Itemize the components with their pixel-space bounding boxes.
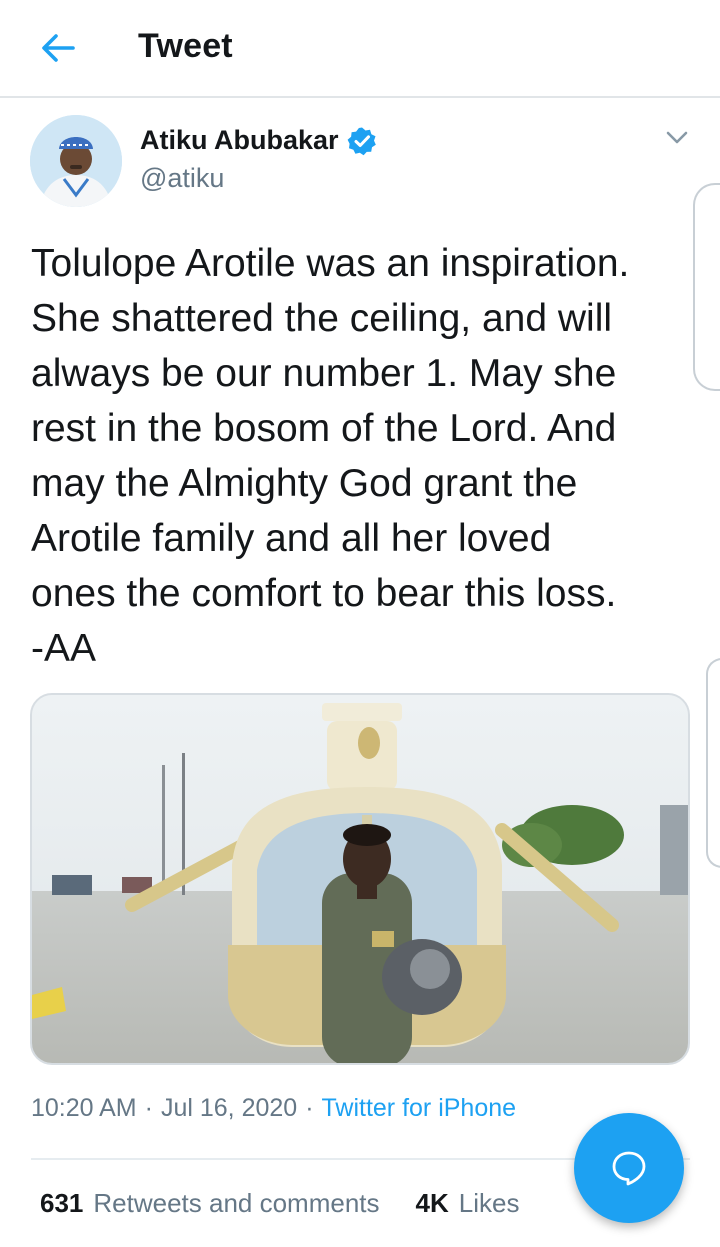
top-app-bar: Tweet [0,0,720,98]
back-button[interactable] [34,26,82,70]
author-handle[interactable]: @atiku [140,163,224,194]
tweet-photo[interactable] [30,693,690,1065]
avatar[interactable] [30,115,122,207]
verified-badge-icon [347,126,377,156]
tweet-time: 10:20 AM [31,1094,137,1122]
avatar-image [30,115,122,207]
retweets-stat[interactable]: 631 Retweets and comments [40,1188,380,1219]
tweet-text: Tolulope Arotile was an inspiration. She… [31,242,630,670]
edge-panel-handle[interactable] [706,658,720,868]
author-name-row[interactable]: Atiku Abubakar [140,125,377,156]
tweet-meta: 10:20 AM · Jul 16, 2020 · Twitter for iP… [31,1094,516,1123]
author-name[interactable]: Atiku Abubakar [140,125,339,156]
likes-label: Likes [458,1188,520,1218]
chevron-down-icon [666,131,688,144]
page-title: Tweet [138,27,233,65]
edge-panel-handle[interactable] [693,183,720,391]
more-options-button[interactable] [662,123,692,153]
photo-image [32,695,688,1063]
tweet-date: Jul 16, 2020 [160,1094,298,1122]
retweets-count: 631 [40,1188,84,1218]
arrow-left-icon [42,34,75,62]
tweet-source-link[interactable]: Twitter for iPhone [322,1094,517,1123]
likes-count: 4K [415,1188,449,1218]
tweet-stats: 631 Retweets and comments 4K Likes [40,1188,519,1219]
compose-reply-icon [612,1151,646,1186]
meta-separator: · [144,1094,153,1122]
reply-fab-button[interactable] [574,1113,684,1223]
retweets-label: Retweets and comments [93,1188,380,1218]
likes-stat[interactable]: 4K Likes [416,1188,520,1219]
meta-separator: · [305,1094,314,1122]
